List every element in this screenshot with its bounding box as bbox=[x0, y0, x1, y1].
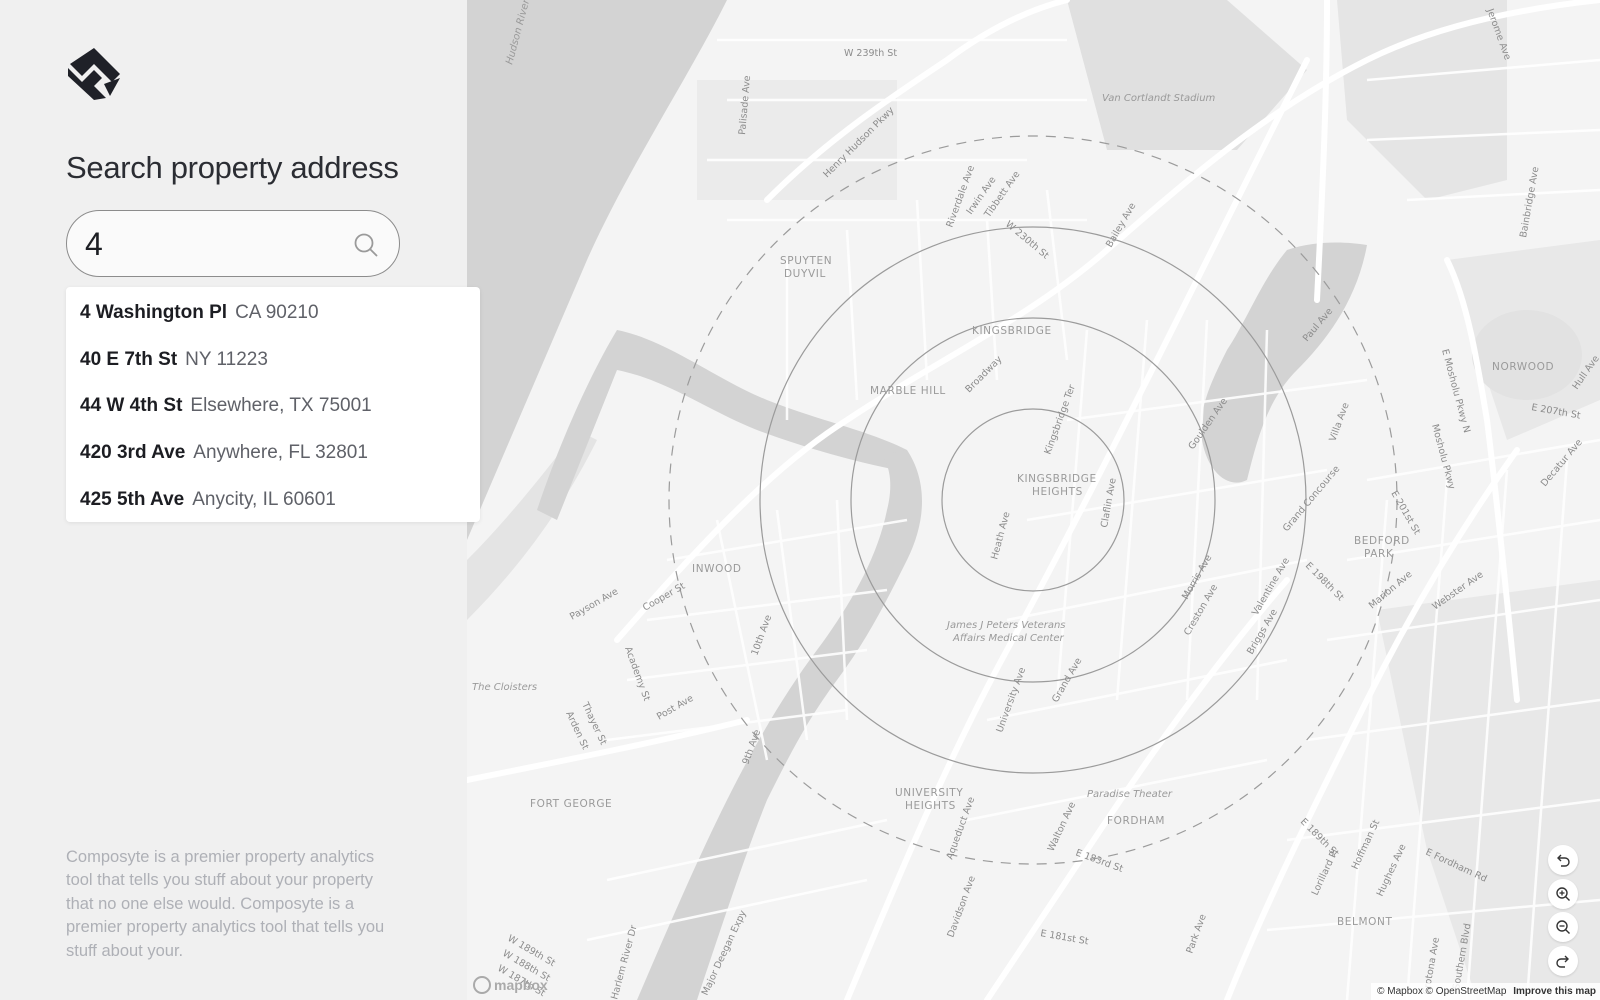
svg-text:Walton Ave: Walton Ave bbox=[1046, 800, 1079, 853]
svg-text:Van Cortlandt Stadium: Van Cortlandt Stadium bbox=[1102, 93, 1216, 104]
suggestion-locality: Elsewhere, TX 75001 bbox=[190, 395, 372, 417]
svg-text:Hughes Ave: Hughes Ave bbox=[1375, 842, 1409, 898]
suggestion-locality: Anycity, IL 60601 bbox=[192, 488, 336, 510]
svg-text:Broadway: Broadway bbox=[963, 354, 1004, 395]
address-suggestions: 4 Washington Pl CA 90210 40 E 7th St NY … bbox=[66, 287, 480, 522]
svg-text:W 230th St: W 230th St bbox=[1003, 219, 1051, 262]
svg-text:FORDHAM: FORDHAM bbox=[1107, 815, 1165, 827]
suggestion-item[interactable]: 420 3rd Ave Anywhere, FL 32801 bbox=[66, 430, 480, 477]
svg-text:Briggs Ave: Briggs Ave bbox=[1245, 607, 1280, 656]
suggestion-street: 425 5th Ave bbox=[80, 488, 185, 510]
svg-text:E 181st St: E 181st St bbox=[1039, 928, 1089, 947]
sidebar: Search property address 4 Washington Pl … bbox=[0, 0, 480, 1000]
search-field[interactable] bbox=[66, 210, 400, 277]
suggestion-locality: NY 11223 bbox=[185, 348, 268, 370]
mapbox-logo[interactable]: mapbox bbox=[473, 976, 548, 994]
suggestion-locality: Anywhere, FL 32801 bbox=[193, 442, 368, 464]
svg-text:Claflin Ave: Claflin Ave bbox=[1099, 477, 1119, 528]
suggestion-street: 4 Washington Pl bbox=[80, 302, 228, 324]
map[interactable]: SPUYTEN DUYVIL KINGSBRIDGE MARBLE HILL KI… bbox=[467, 0, 1600, 1000]
suggestion-item[interactable]: 44 W 4th St Elsewhere, TX 75001 bbox=[66, 383, 480, 430]
svg-text:W 239th St: W 239th St bbox=[844, 48, 897, 59]
rotate-left-button[interactable] bbox=[1548, 845, 1578, 875]
suggestion-item[interactable]: 4 Washington Pl CA 90210 bbox=[66, 290, 480, 337]
rotate-left-icon bbox=[1557, 854, 1570, 867]
mapbox-logo-icon bbox=[473, 976, 491, 994]
svg-text:KINGSBRIDGE: KINGSBRIDGE bbox=[972, 325, 1052, 337]
svg-text:MARBLE HILL: MARBLE HILL bbox=[870, 385, 946, 397]
rotate-right-icon bbox=[1556, 955, 1569, 968]
svg-text:Heath Ave: Heath Ave bbox=[989, 510, 1012, 560]
map-attribution: © Mapbox © OpenStreetMap Improve this ma… bbox=[1371, 983, 1600, 1000]
zoom-in-icon bbox=[1556, 886, 1570, 901]
svg-text:Hoffman St: Hoffman St bbox=[1350, 818, 1383, 871]
osm-attribution-link[interactable]: © OpenStreetMap bbox=[1426, 986, 1507, 997]
svg-text:Park Ave: Park Ave bbox=[1184, 913, 1208, 955]
suggestion-item[interactable]: 425 5th Ave Anycity, IL 60601 bbox=[66, 476, 480, 523]
svg-text:Payson Ave: Payson Ave bbox=[568, 586, 620, 623]
svg-text:Post Ave: Post Ave bbox=[655, 693, 696, 723]
map-controls bbox=[1548, 845, 1578, 979]
mapbox-attribution-link[interactable]: © Mapbox bbox=[1377, 986, 1423, 997]
svg-text:Academy St: Academy St bbox=[622, 645, 652, 702]
svg-text:KINGSBRIDGEHEIGHTS: KINGSBRIDGE HEIGHTS bbox=[1017, 473, 1097, 498]
rotate-right-button[interactable] bbox=[1548, 945, 1578, 976]
svg-text:Paradise Theater: Paradise Theater bbox=[1087, 789, 1173, 800]
svg-text:BEDFORDPARK: BEDFORD PARK bbox=[1354, 535, 1410, 560]
svg-text:UNIVERSITYHEIGHTS: UNIVERSITY HEIGHTS bbox=[895, 787, 963, 812]
suggestion-street: 40 E 7th St bbox=[80, 348, 178, 370]
svg-text:10th Ave: 10th Ave bbox=[749, 613, 774, 657]
svg-text:Mosholu Pkwy: Mosholu Pkwy bbox=[1429, 423, 1457, 491]
search-input[interactable] bbox=[85, 223, 335, 265]
svg-text:James J Peters VeteransAffairs: James J Peters Veterans Affairs Medical C… bbox=[945, 620, 1066, 644]
mapbox-logo-text: mapbox bbox=[494, 977, 548, 993]
svg-text:E 201st St: E 201st St bbox=[1388, 489, 1422, 537]
suggestion-locality: CA 90210 bbox=[235, 302, 319, 324]
zoom-out-icon bbox=[1556, 920, 1570, 934]
svg-text:INWOOD: INWOOD bbox=[692, 563, 742, 575]
svg-text:E 198th St: E 198th St bbox=[1303, 560, 1346, 603]
suggestion-item[interactable]: 40 E 7th St NY 11223 bbox=[66, 337, 480, 384]
svg-text:Grand Concourse: Grand Concourse bbox=[1281, 464, 1342, 534]
svg-text:Marion Ave: Marion Ave bbox=[1367, 569, 1415, 611]
suggestion-street: 420 3rd Ave bbox=[80, 442, 186, 464]
product-description: Composyte is a premier property analytic… bbox=[66, 848, 385, 960]
svg-text:E Mosholu Pkwy N: E Mosholu Pkwy N bbox=[1439, 348, 1472, 434]
zoom-out-button[interactable] bbox=[1548, 912, 1578, 942]
map-canvas[interactable]: SPUYTEN DUYVIL KINGSBRIDGE MARBLE HILL KI… bbox=[467, 0, 1600, 1000]
svg-text:Davidson Ave: Davidson Ave bbox=[945, 874, 977, 939]
suggestion-street: 44 W 4th St bbox=[80, 395, 183, 417]
svg-text:Bainbridge Ave: Bainbridge Ave bbox=[1518, 166, 1541, 239]
svg-text:SPUYTENDUYVIL: SPUYTEN DUYVIL bbox=[780, 255, 832, 280]
svg-text:Decatur Ave: Decatur Ave bbox=[1539, 437, 1585, 489]
search-icon[interactable] bbox=[353, 232, 379, 258]
svg-text:Lorillard Pl: Lorillard Pl bbox=[1310, 848, 1341, 898]
svg-text:Villa Ave: Villa Ave bbox=[1327, 401, 1351, 443]
svg-text:University Ave: University Ave bbox=[994, 666, 1028, 734]
improve-map-link[interactable]: Improve this map bbox=[1513, 986, 1596, 997]
page-title: Search property address bbox=[66, 150, 399, 185]
svg-text:BELMONT: BELMONT bbox=[1337, 916, 1392, 928]
svg-text:The Cloisters: The Cloisters bbox=[472, 682, 537, 693]
svg-text:NORWOOD: NORWOOD bbox=[1492, 361, 1554, 373]
svg-text:FORT GEORGE: FORT GEORGE bbox=[530, 798, 612, 810]
composyte-logo-icon[interactable] bbox=[66, 46, 122, 102]
zoom-in-button[interactable] bbox=[1548, 878, 1578, 909]
